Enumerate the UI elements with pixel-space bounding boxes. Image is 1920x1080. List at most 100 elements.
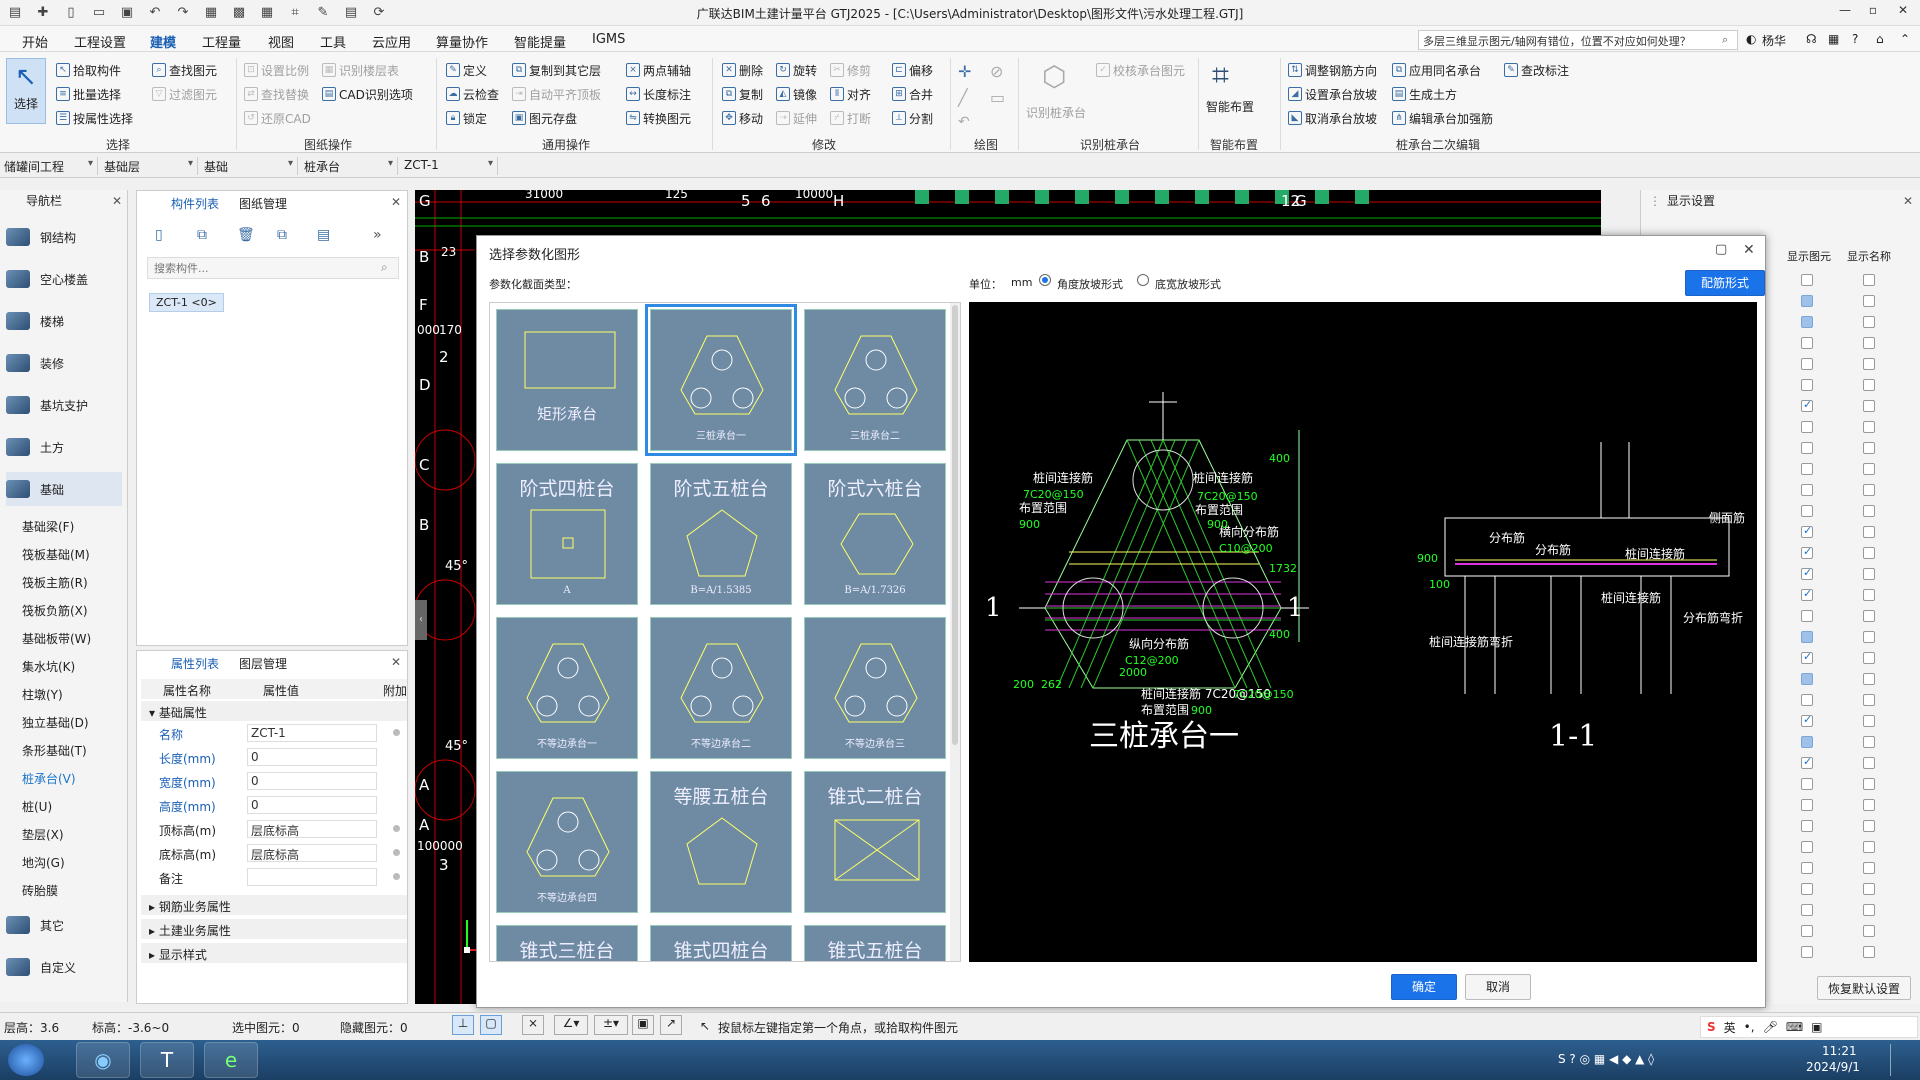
generate-earth-button[interactable]: ▤ 生成土方 bbox=[1392, 84, 1457, 104]
show-name-checkbox[interactable] bbox=[1863, 295, 1875, 307]
shape-option[interactable]: 不等边承台一 bbox=[496, 617, 638, 759]
cloud-check-button[interactable]: ☁ 云检查 bbox=[446, 84, 499, 104]
auto-align-button[interactable]: ⇥ 自动平齐顶板 bbox=[512, 84, 601, 104]
shape-option[interactable]: 锥式三桩台 bbox=[496, 925, 638, 961]
convert-element-button[interactable]: ⇋ 转换图元 bbox=[626, 108, 691, 128]
radio-angle-slope[interactable] bbox=[1039, 274, 1051, 286]
copy-component-icon[interactable]: ⧉ bbox=[197, 227, 207, 243]
property-row[interactable]: 名称 ZCT-1 bbox=[147, 723, 407, 743]
nav-sub-item[interactable]: 筏板负筋(X) bbox=[22, 602, 88, 619]
tab-drawing-manager[interactable]: 图纸管理 bbox=[239, 195, 287, 212]
menu-smart-extract[interactable]: 智能提量 bbox=[514, 32, 566, 51]
component-search-input[interactable] bbox=[147, 257, 399, 279]
delete-component-icon[interactable]: 🗑︎ bbox=[237, 227, 255, 243]
restore-cad-button[interactable]: ↺ 还原CAD bbox=[244, 108, 311, 128]
snap-toggle-icon[interactable]: ▢ bbox=[480, 1015, 502, 1035]
show-element-checkbox[interactable] bbox=[1801, 946, 1813, 958]
arc-icon[interactable]: ↶ bbox=[958, 114, 970, 130]
nav-sub-item[interactable]: 柱墩(Y) bbox=[22, 686, 63, 703]
nav-sub-item[interactable]: 砖胎膜 bbox=[22, 882, 58, 899]
show-element-checkbox[interactable] bbox=[1801, 379, 1813, 391]
shape-option[interactable]: 锥式四桩台 bbox=[650, 925, 792, 961]
line-icon[interactable]: ╱ bbox=[958, 88, 968, 107]
find-replace-button[interactable]: ⇄ 查找替换 bbox=[244, 84, 309, 104]
show-element-checkbox[interactable] bbox=[1801, 631, 1813, 643]
merge-button[interactable]: ⊞ 合并 bbox=[892, 84, 933, 104]
show-name-checkbox[interactable] bbox=[1863, 925, 1875, 937]
shape-option[interactable]: 三桩承台二 bbox=[804, 309, 946, 451]
file-icon[interactable]: ▯ bbox=[62, 5, 80, 21]
type-combo[interactable]: 桩承台 bbox=[300, 157, 398, 175]
sogou-icon[interactable]: S bbox=[1707, 1020, 1716, 1034]
menu-igms[interactable]: IGMS bbox=[592, 32, 625, 47]
headset-icon[interactable]: ☊ bbox=[1806, 32, 1817, 46]
punct-icon[interactable]: •, bbox=[1744, 1020, 1755, 1034]
show-name-checkbox[interactable] bbox=[1863, 820, 1875, 832]
show-name-checkbox[interactable] bbox=[1863, 904, 1875, 916]
property-row[interactable]: 顶标高(m) 层底标高 bbox=[147, 819, 407, 839]
show-name-checkbox[interactable] bbox=[1863, 421, 1875, 433]
save-icon[interactable]: ▣ bbox=[118, 5, 136, 21]
select-button[interactable]: ↖ 选择 bbox=[6, 58, 46, 124]
angle-toggle-icon[interactable]: ∠▾ bbox=[554, 1015, 588, 1035]
show-element-checkbox[interactable] bbox=[1801, 694, 1813, 706]
show-name-checkbox[interactable] bbox=[1863, 337, 1875, 349]
show-name-checkbox[interactable] bbox=[1863, 673, 1875, 685]
show-name-checkbox[interactable] bbox=[1863, 379, 1875, 391]
break-button[interactable]: ⌿ 打断 bbox=[830, 108, 871, 128]
show-name-checkbox[interactable] bbox=[1863, 589, 1875, 601]
show-element-checkbox[interactable] bbox=[1801, 484, 1813, 496]
nav-sub-item[interactable]: 条形基础(T) bbox=[22, 742, 87, 759]
show-element-checkbox[interactable] bbox=[1801, 862, 1813, 874]
shape-option[interactable]: 三桩承台一 bbox=[645, 304, 797, 456]
show-name-checkbox[interactable] bbox=[1863, 316, 1875, 328]
close-icon[interactable]: ✕ bbox=[391, 195, 401, 209]
property-section[interactable]: ▸ 钢筋业务属性 bbox=[141, 895, 407, 915]
nav-foundation[interactable]: 基础 bbox=[6, 472, 122, 506]
property-row[interactable]: 长度(mm) 0 bbox=[147, 747, 407, 767]
nav-custom[interactable]: 自定义 bbox=[6, 950, 122, 984]
taskbar-app-browser[interactable]: e bbox=[204, 1042, 258, 1078]
show-element-checkbox[interactable] bbox=[1801, 736, 1813, 748]
keyboard-icon[interactable]: ⌨ bbox=[1786, 1020, 1803, 1034]
close-button[interactable]: ✕ bbox=[1892, 3, 1914, 21]
show-element-checkbox[interactable] bbox=[1801, 610, 1813, 622]
nav-hollow-slab[interactable]: 空心楼盖 bbox=[6, 262, 122, 296]
show-element-checkbox[interactable] bbox=[1801, 883, 1813, 895]
layer-icon[interactable]: ▤ bbox=[342, 5, 360, 21]
mirror-button[interactable]: ◭ 镜像 bbox=[776, 84, 817, 104]
split-button[interactable]: ⟂ 分割 bbox=[892, 108, 933, 128]
adjust-rebar-dir-button[interactable]: ⇅ 调整钢筋方向 bbox=[1288, 60, 1377, 80]
show-name-checkbox[interactable] bbox=[1863, 652, 1875, 664]
nav-sub-item[interactable]: 筏板基础(M) bbox=[22, 546, 90, 563]
property-row[interactable]: 宽度(mm) 0 bbox=[147, 771, 407, 791]
nav-sub-item[interactable]: 基础板带(W) bbox=[22, 630, 91, 647]
menu-tools[interactable]: 工具 bbox=[320, 32, 346, 51]
show-name-checkbox[interactable] bbox=[1863, 694, 1875, 706]
delete-button[interactable]: ✕ 删除 bbox=[722, 60, 763, 80]
extend-button[interactable]: ⇢ 延伸 bbox=[776, 108, 817, 128]
smart-layout-button[interactable]: 智能布置 bbox=[1206, 96, 1254, 116]
property-section[interactable]: ▾ 基础属性 bbox=[141, 701, 407, 721]
pick-component-button[interactable]: ↖ 拾取构件 bbox=[56, 60, 121, 80]
dim-toggle-icon[interactable]: ±▾ bbox=[594, 1015, 628, 1035]
shape-option[interactable]: 不等边承台三 bbox=[804, 617, 946, 759]
identify-floor-table-button[interactable]: ▦ 识别楼层表 bbox=[322, 60, 399, 80]
show-element-checkbox[interactable] bbox=[1801, 274, 1813, 286]
show-element-checkbox[interactable] bbox=[1801, 820, 1813, 832]
show-element-checkbox[interactable] bbox=[1801, 755, 1813, 769]
point-icon[interactable]: ✛ bbox=[958, 62, 971, 81]
batch-select-button[interactable]: ≡ 批量选择 bbox=[56, 84, 121, 104]
length-dim-button[interactable]: ↔ 长度标注 bbox=[626, 84, 691, 104]
show-element-checkbox[interactable] bbox=[1801, 358, 1813, 370]
show-element-checkbox[interactable] bbox=[1801, 463, 1813, 475]
ime-mode[interactable]: 英 bbox=[1724, 1019, 1736, 1036]
close-icon[interactable]: ✕ bbox=[1743, 242, 1755, 258]
restore-defaults-button[interactable]: 恢复默认设置 bbox=[1817, 976, 1911, 1000]
two-point-axis-button[interactable]: ⨯ 两点辅轴 bbox=[626, 60, 691, 80]
menu-collab[interactable]: 算量协作 bbox=[436, 32, 488, 51]
show-desktop-button[interactable] bbox=[1890, 1044, 1916, 1076]
tab-layer-manager[interactable]: 图层管理 bbox=[239, 655, 287, 672]
nav-sub-item[interactable]: 地沟(G) bbox=[22, 854, 65, 871]
tray-icons[interactable]: S ? ◎ ▦ ◀ ◆ ▲ ◊ bbox=[1558, 1052, 1654, 1066]
